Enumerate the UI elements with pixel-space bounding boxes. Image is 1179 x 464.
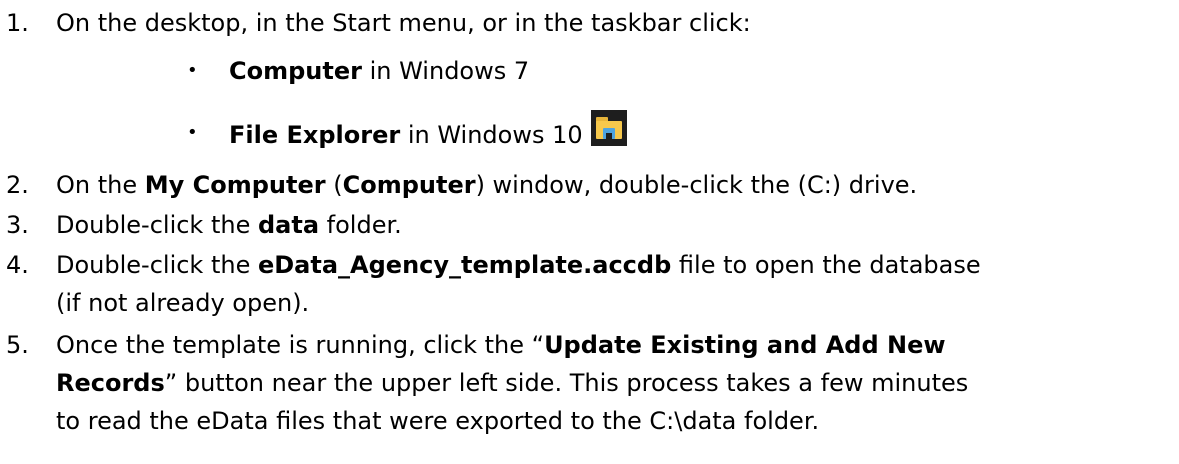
step-number: 3. (6, 211, 29, 239)
step-text: Once the template is running, click the … (56, 331, 946, 359)
step-number: 2. (6, 171, 29, 199)
step-number: 1. (6, 9, 29, 37)
bullet-text: in Windows 10 (400, 121, 583, 149)
step-text: On the desktop, in the Start menu, or in… (56, 9, 751, 37)
bullet-bold-text: File Explorer (229, 121, 401, 149)
step-text: Double-click the eData_Agency_template.a… (56, 251, 981, 279)
bullet-text: in Windows 7 (361, 57, 530, 85)
file-explorer-icon (590, 110, 627, 146)
step-4-continuation: (if not already open). (56, 289, 310, 317)
step-number: 4. (6, 251, 29, 279)
instructions-document: 1. On the desktop, in the Start menu, or… (0, 0, 1179, 464)
step-5-continuation-1: Records” button near the upper left side… (56, 369, 969, 397)
step-5-continuation-2: to read the eData files that were export… (56, 407, 820, 435)
step-number: 5. (6, 331, 29, 359)
bullet-icon: • (187, 60, 198, 81)
step-text: On the My Computer (Computer) window, do… (56, 171, 918, 199)
bullet-bold-text: Computer (229, 57, 362, 85)
step-text: Double-click the data folder. (56, 211, 402, 239)
bullet-icon: • (187, 122, 198, 143)
